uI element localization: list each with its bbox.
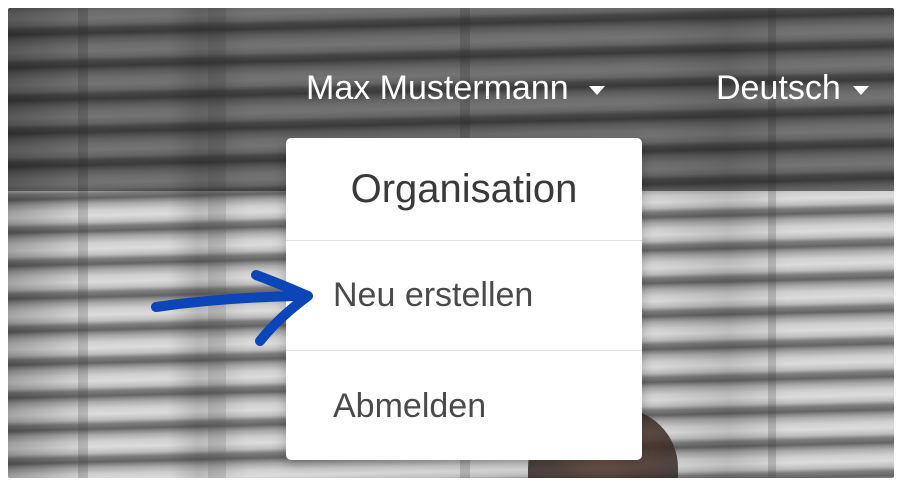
language-menu-label: Deutsch [716,69,841,107]
arrow-shaft [151,291,303,312]
page-viewport: Max Mustermann Deutsch Organisation Neu … [8,8,894,478]
language-menu-toggle[interactable]: Deutsch [716,68,869,108]
arrow-right-icon [151,270,313,346]
user-menu-label: Max Mustermann [306,69,569,107]
menu-item-logout[interactable]: Abmelden [286,351,642,461]
user-menu-toggle[interactable]: Max Mustermann [306,68,605,108]
arrow-head [251,270,313,346]
caret-down-icon [588,85,605,95]
dropdown-header: Organisation [286,138,642,241]
user-dropdown-menu: Organisation Neu erstellen Abmelden [286,138,642,460]
menu-item-create-new[interactable]: Neu erstellen [286,241,642,351]
caret-down-icon [852,85,869,95]
